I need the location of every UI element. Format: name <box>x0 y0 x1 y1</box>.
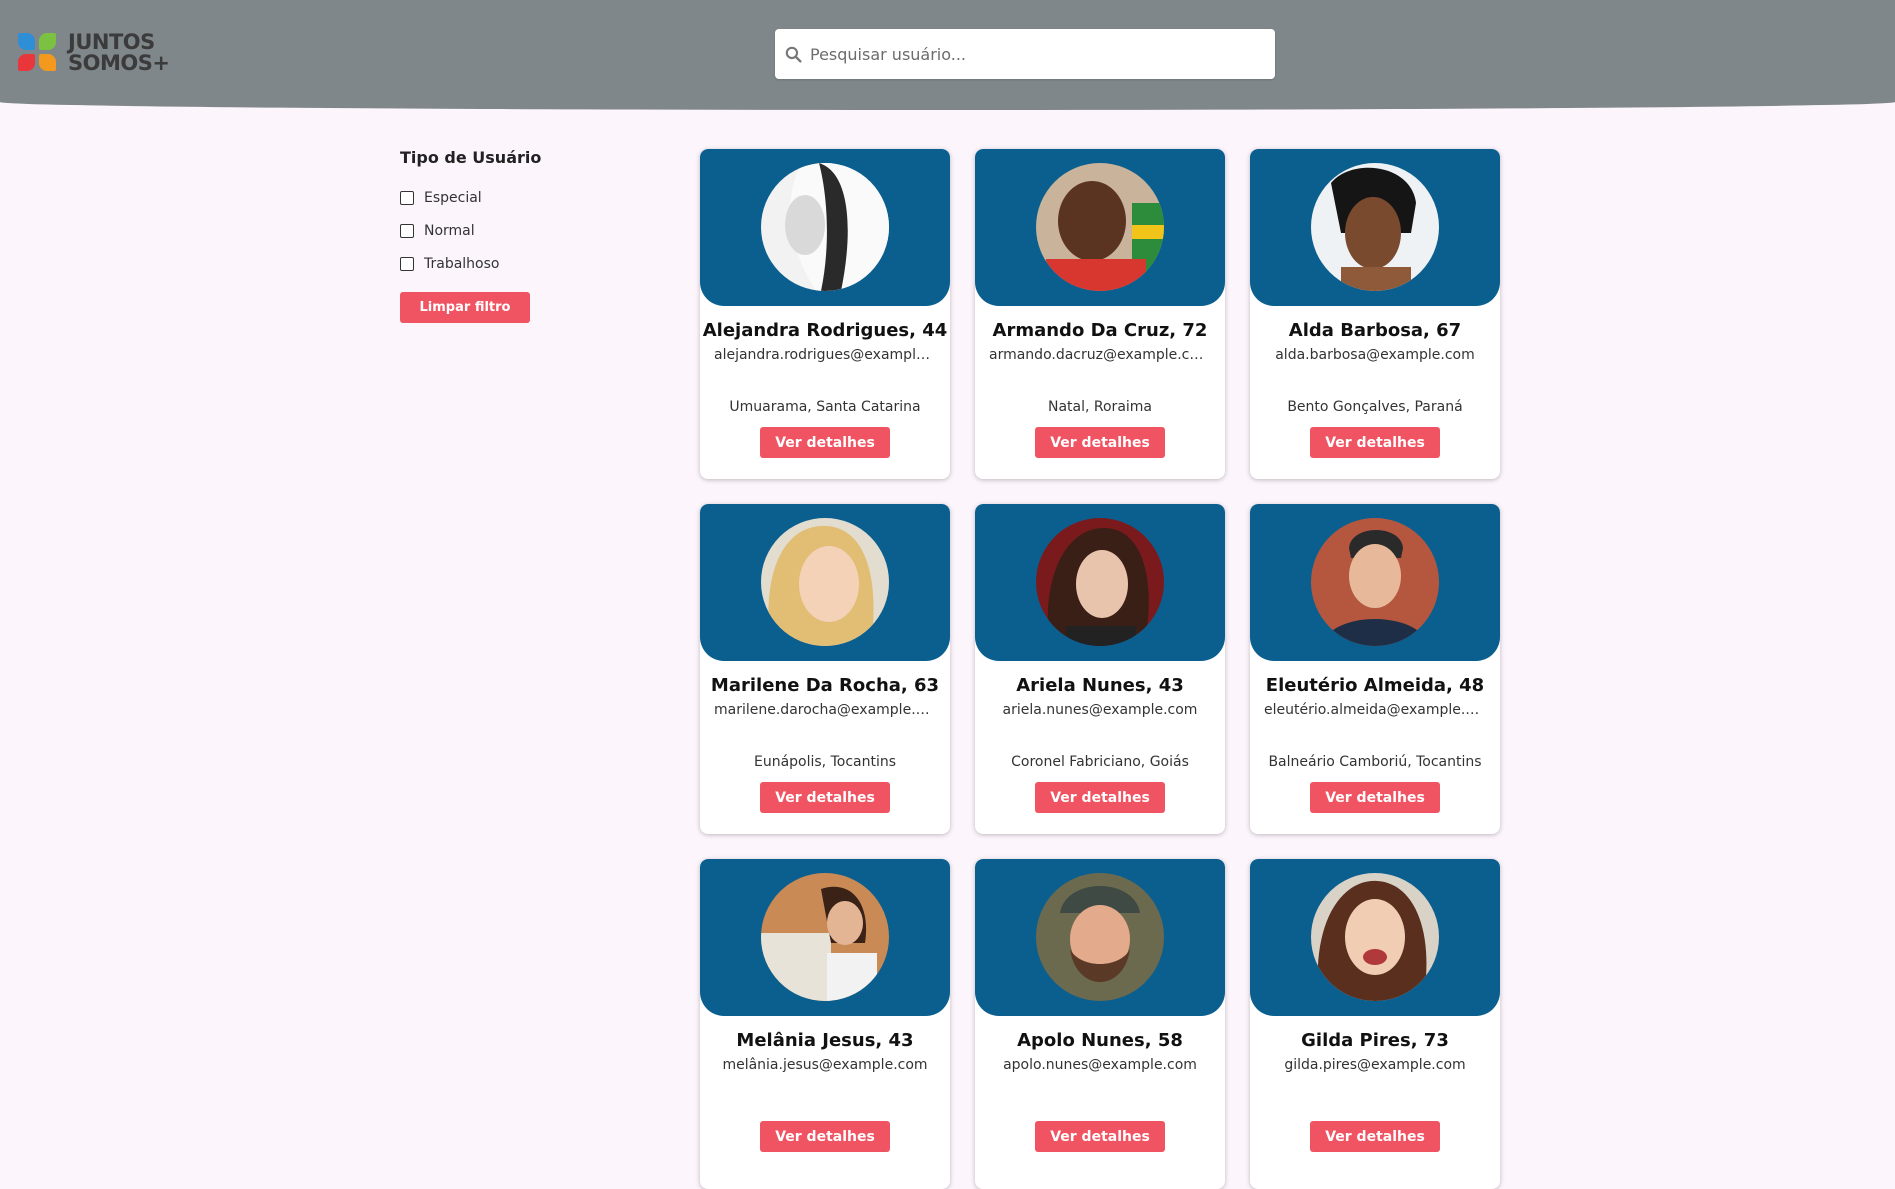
user-email: alejandra.rodrigues@example.com <box>714 347 936 363</box>
user-email: gilda.pires@example.com <box>1284 1057 1466 1073</box>
user-location: Bento Gonçalves, Paraná <box>1287 399 1463 415</box>
user-card: Eleutério Almeida, 48 eleutério.almeida@… <box>1250 504 1500 834</box>
search-bar[interactable] <box>775 29 1275 79</box>
details-button[interactable]: Ver detalhes <box>1310 782 1440 813</box>
avatar <box>761 163 889 291</box>
avatar <box>1311 873 1439 1001</box>
logo-text: JUNTOS SOMOS+ <box>68 30 170 75</box>
user-name: Ariela Nunes, 43 <box>1016 675 1184 696</box>
filter-label: Trabalhoso <box>424 255 500 272</box>
avatar <box>1311 518 1439 646</box>
filter-label: Especial <box>424 189 482 206</box>
user-email: marilene.darocha@example.com <box>714 702 936 718</box>
filter-sidebar: Tipo de Usuário Especial Normal Trabalho… <box>400 148 600 323</box>
user-name: Apolo Nunes, 58 <box>1017 1030 1183 1051</box>
user-card: Armando Da Cruz, 72 armando.dacruz@examp… <box>975 149 1225 479</box>
user-location: Natal, Roraima <box>1047 399 1152 415</box>
user-email: alda.barbosa@example.com <box>1275 347 1475 363</box>
logo[interactable]: JUNTOS SOMOS+ <box>18 30 170 75</box>
card-header <box>1250 504 1500 661</box>
filter-option-trabalhoso[interactable]: Trabalhoso <box>400 247 600 280</box>
details-button[interactable]: Ver detalhes <box>1035 427 1165 458</box>
user-email: eleutério.almeida@example.com <box>1264 702 1486 718</box>
user-name: Armando Da Cruz, 72 <box>992 320 1208 341</box>
search-input[interactable] <box>810 44 1250 64</box>
user-location: Eunápolis, Tocantins <box>753 754 897 770</box>
user-location: Balneário Camboriú, Tocantins <box>1268 754 1482 770</box>
user-location: Umuarama, Santa Catarina <box>729 399 921 415</box>
logo-line-1: JUNTOS <box>68 30 155 54</box>
user-email: armando.dacruz@example.com <box>989 347 1211 363</box>
avatar <box>761 873 889 1001</box>
top-header: JUNTOS SOMOS+ <box>0 0 1895 110</box>
card-header <box>975 504 1225 661</box>
avatar <box>1311 163 1439 291</box>
details-button[interactable]: Ver detalhes <box>1310 1121 1440 1152</box>
user-location: Coronel Fabriciano, Goiás <box>1011 754 1189 770</box>
details-button[interactable]: Ver detalhes <box>760 1121 890 1152</box>
search-icon <box>785 46 802 63</box>
user-card: Melânia Jesus, 43 melânia.jesus@example.… <box>700 859 950 1189</box>
details-button[interactable]: Ver detalhes <box>1035 1121 1165 1152</box>
checkbox-normal[interactable] <box>400 223 414 238</box>
user-grid: Alejandra Rodrigues, 44 alejandra.rodrig… <box>700 149 1500 1189</box>
avatar <box>761 518 889 646</box>
user-name: Alda Barbosa, 67 <box>1288 320 1462 341</box>
details-button[interactable]: Ver detalhes <box>760 782 890 813</box>
filter-option-especial[interactable]: Especial <box>400 181 600 214</box>
details-button[interactable]: Ver detalhes <box>1035 782 1165 813</box>
user-name: Marilene Da Rocha, 63 <box>710 675 940 696</box>
avatar <box>1036 163 1164 291</box>
card-header <box>700 504 950 661</box>
filter-label: Normal <box>424 222 475 239</box>
card-header <box>975 859 1225 1016</box>
checkbox-trabalhoso[interactable] <box>400 256 414 271</box>
card-header <box>1250 859 1500 1016</box>
user-name: Melânia Jesus, 43 <box>736 1030 914 1051</box>
user-email: melânia.jesus@example.com <box>722 1057 928 1073</box>
details-button[interactable]: Ver detalhes <box>1310 427 1440 458</box>
card-header <box>700 149 950 306</box>
user-card: Ariela Nunes, 43 ariela.nunes@example.co… <box>975 504 1225 834</box>
user-card: Alejandra Rodrigues, 44 alejandra.rodrig… <box>700 149 950 479</box>
user-name: Alejandra Rodrigues, 44 <box>702 320 948 341</box>
user-card: Apolo Nunes, 58 apolo.nunes@example.com … <box>975 859 1225 1189</box>
checkbox-especial[interactable] <box>400 190 414 205</box>
user-card: Gilda Pires, 73 gilda.pires@example.com … <box>1250 859 1500 1189</box>
user-card: Alda Barbosa, 67 alda.barbosa@example.co… <box>1250 149 1500 479</box>
card-header <box>975 149 1225 306</box>
user-card: Marilene Da Rocha, 63 marilene.darocha@e… <box>700 504 950 834</box>
filter-title: Tipo de Usuário <box>400 148 542 167</box>
card-header <box>700 859 950 1016</box>
user-name: Eleutério Almeida, 48 <box>1265 675 1485 696</box>
details-button[interactable]: Ver detalhes <box>760 427 890 458</box>
avatar <box>1036 873 1164 1001</box>
user-email: ariela.nunes@example.com <box>1002 702 1198 718</box>
filter-option-normal[interactable]: Normal <box>400 214 600 247</box>
user-name: Gilda Pires, 73 <box>1301 1030 1449 1051</box>
card-header <box>1250 149 1500 306</box>
logo-mark-icon <box>18 33 58 73</box>
clear-filter-button[interactable]: Limpar filtro <box>400 292 530 323</box>
logo-line-2: SOMOS+ <box>68 51 170 75</box>
user-email: apolo.nunes@example.com <box>1003 1057 1197 1073</box>
avatar <box>1036 518 1164 646</box>
